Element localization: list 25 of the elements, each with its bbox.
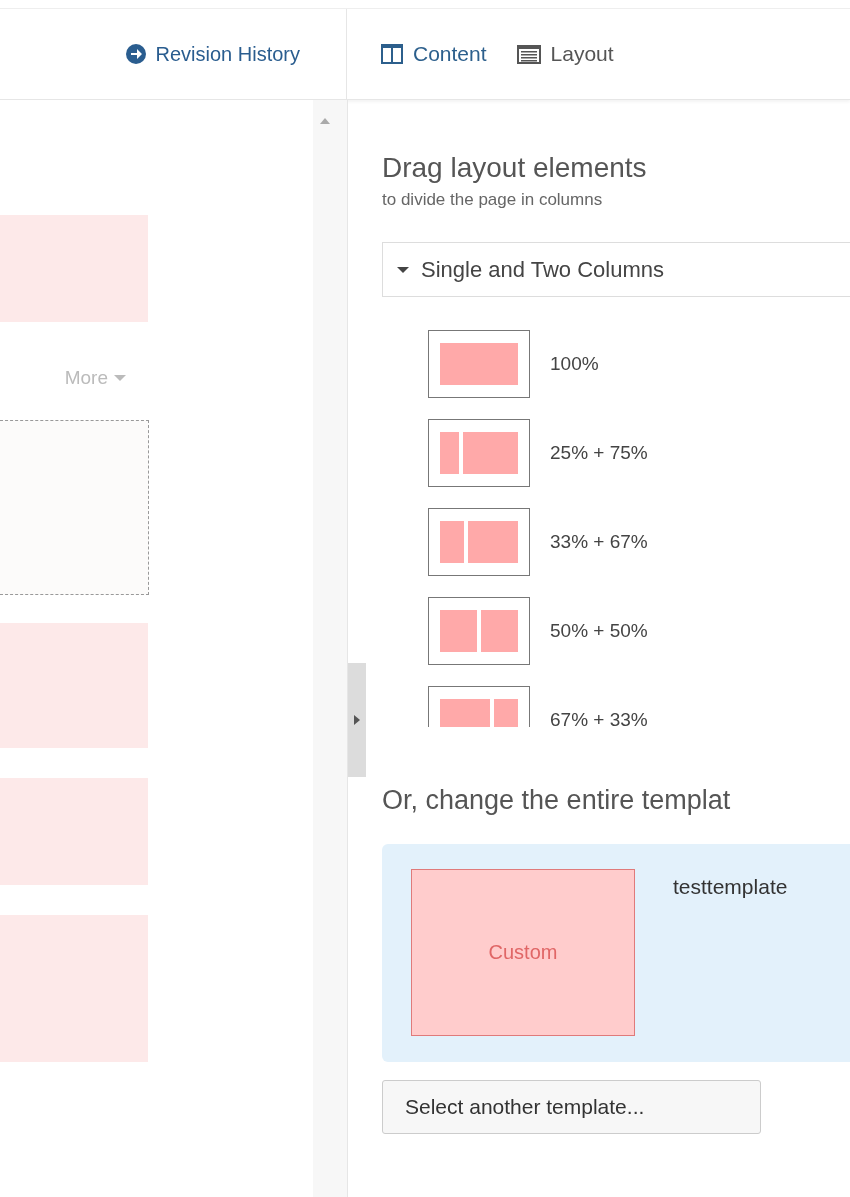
layout-label: 67% + 33% [550,708,648,727]
layout-label: 33% + 67% [550,530,648,553]
caret-right-icon [354,715,360,725]
layout-thumbnail[interactable] [428,329,530,398]
select-template-button[interactable]: Select another template... [382,1080,761,1134]
collapse-handle[interactable] [348,663,366,777]
layout-label: 25% + 75% [550,441,648,464]
accordion-header[interactable]: Single and Two Columns [382,242,850,297]
layout-label: 100% [550,352,599,375]
section-title: Or, change the entire templat [382,785,732,816]
layout-thumbnail[interactable] [428,418,530,487]
columns-icon [381,44,403,64]
panel-tab[interactable]: Layout [516,42,614,66]
thumbnail-label: Custom [488,941,558,964]
layout-label: 50% + 50% [550,619,648,642]
panel-tab[interactable]: Content [381,42,487,66]
panel-title: Drag layout elements [382,152,648,184]
layout-thumbnail[interactable] [428,596,530,665]
panel-subtitle: to divide the page in columns [382,190,604,210]
arrow-circle-icon [125,44,146,64]
caret-icon [114,374,126,381]
revision-history-link[interactable]: Revision History [125,42,300,66]
list-icon [516,44,541,64]
layout-thumbnail[interactable] [428,507,530,576]
template-name: testtemplate [673,875,788,900]
